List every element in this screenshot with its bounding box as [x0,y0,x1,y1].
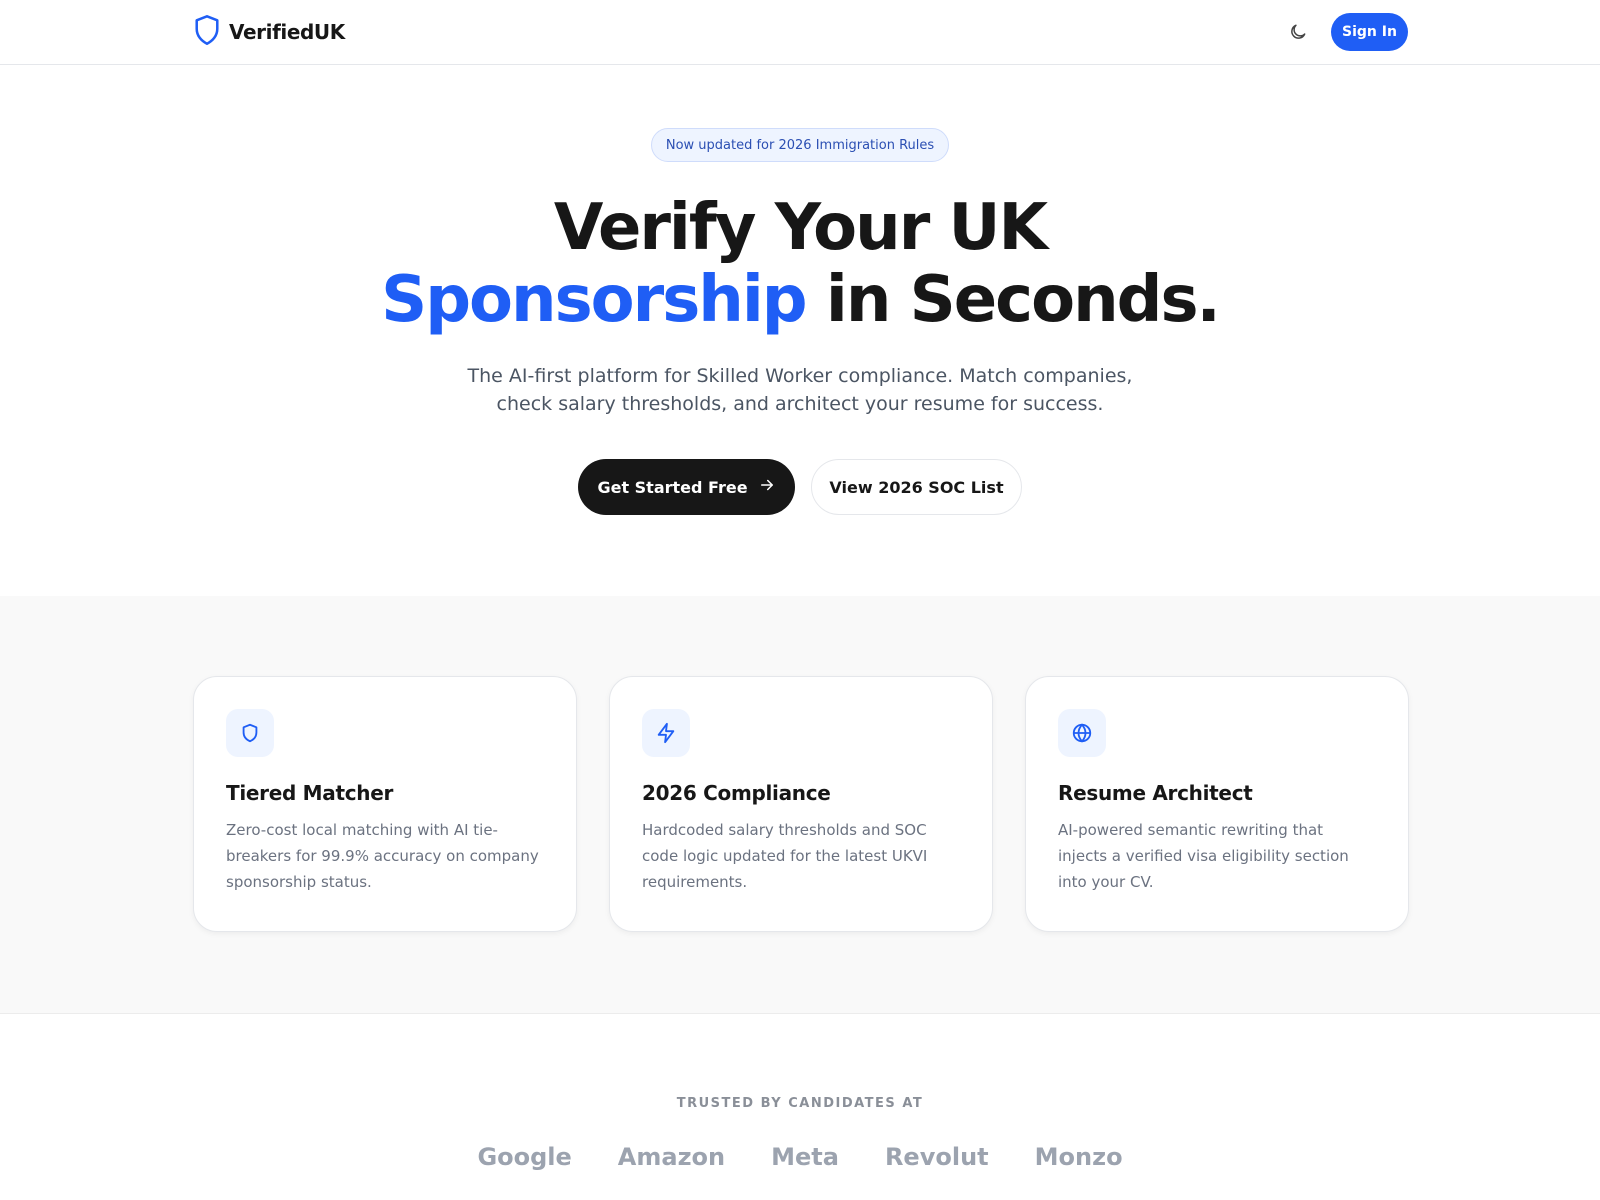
hero-subtitle: The AI-first platform for Skilled Worker… [460,362,1140,418]
hero-title-accent: Sponsorship [381,263,807,337]
shield-logo-icon [193,14,221,50]
top-nav: VerifiedUK Sign In [0,0,1600,65]
hero-subtitle-line1: The AI-first platform for Skilled Worker… [467,365,1133,387]
get-started-button[interactable]: Get Started Free [578,459,795,515]
company-logo-monzo: Monzo [1034,1143,1123,1171]
trusted-by-label: TRUSTED BY CANDIDATES AT [676,1096,924,1111]
company-logo-amazon: Amazon [617,1143,726,1171]
brand-logo-link[interactable]: VerifiedUK [193,14,345,50]
hero-title-line2: Sponsorship in Seconds. [0,264,1600,336]
feature-title: Resume Architect [1058,781,1253,805]
feature-title: 2026 Compliance [642,781,831,805]
lightning-icon [642,709,690,757]
view-soc-list-button[interactable]: View 2026 SOC List [811,459,1022,515]
get-started-label: Get Started Free [597,477,748,497]
company-logo-google: Google [477,1143,572,1171]
feature-description: Hardcoded salary thresholds and SOC code… [642,821,928,891]
announcement-badge: Now updated for 2026 Immigration Rules [651,128,949,162]
feature-description: Zero-cost local matching with AI tie-bre… [226,821,539,891]
sign-in-button[interactable]: Sign In [1331,13,1408,51]
brand-name: VerifiedUK [229,20,345,44]
feature-title: Tiered Matcher [226,781,394,805]
feature-card-resume-architect: Resume Architect AI-powered semantic rew… [1025,676,1409,932]
globe-icon [1058,709,1106,757]
arrow-right-icon [758,476,776,498]
company-logos: Google Amazon Meta Revolut Monzo [0,1143,1600,1171]
hero-title-rest: in Seconds. [805,263,1221,337]
company-logo-revolut: Revolut [884,1143,989,1171]
feature-card-compliance: 2026 Compliance Hardcoded salary thresho… [609,676,993,932]
theme-toggle-moon-icon[interactable] [1284,18,1312,46]
features-section: Tiered Matcher Zero-cost local matching … [0,596,1600,1014]
hero-title-line1: Verify Your UK [553,191,1048,265]
shield-icon [226,709,274,757]
hero-subtitle-line2: check salary thresholds, and architect y… [496,393,1104,415]
hero-title: Verify Your UK Sponsorship in Seconds. [0,192,1600,336]
feature-card-tiered-matcher: Tiered Matcher Zero-cost local matching … [193,676,577,932]
company-logo-meta: Meta [771,1143,839,1171]
feature-description: AI-powered semantic rewriting that injec… [1058,821,1349,891]
